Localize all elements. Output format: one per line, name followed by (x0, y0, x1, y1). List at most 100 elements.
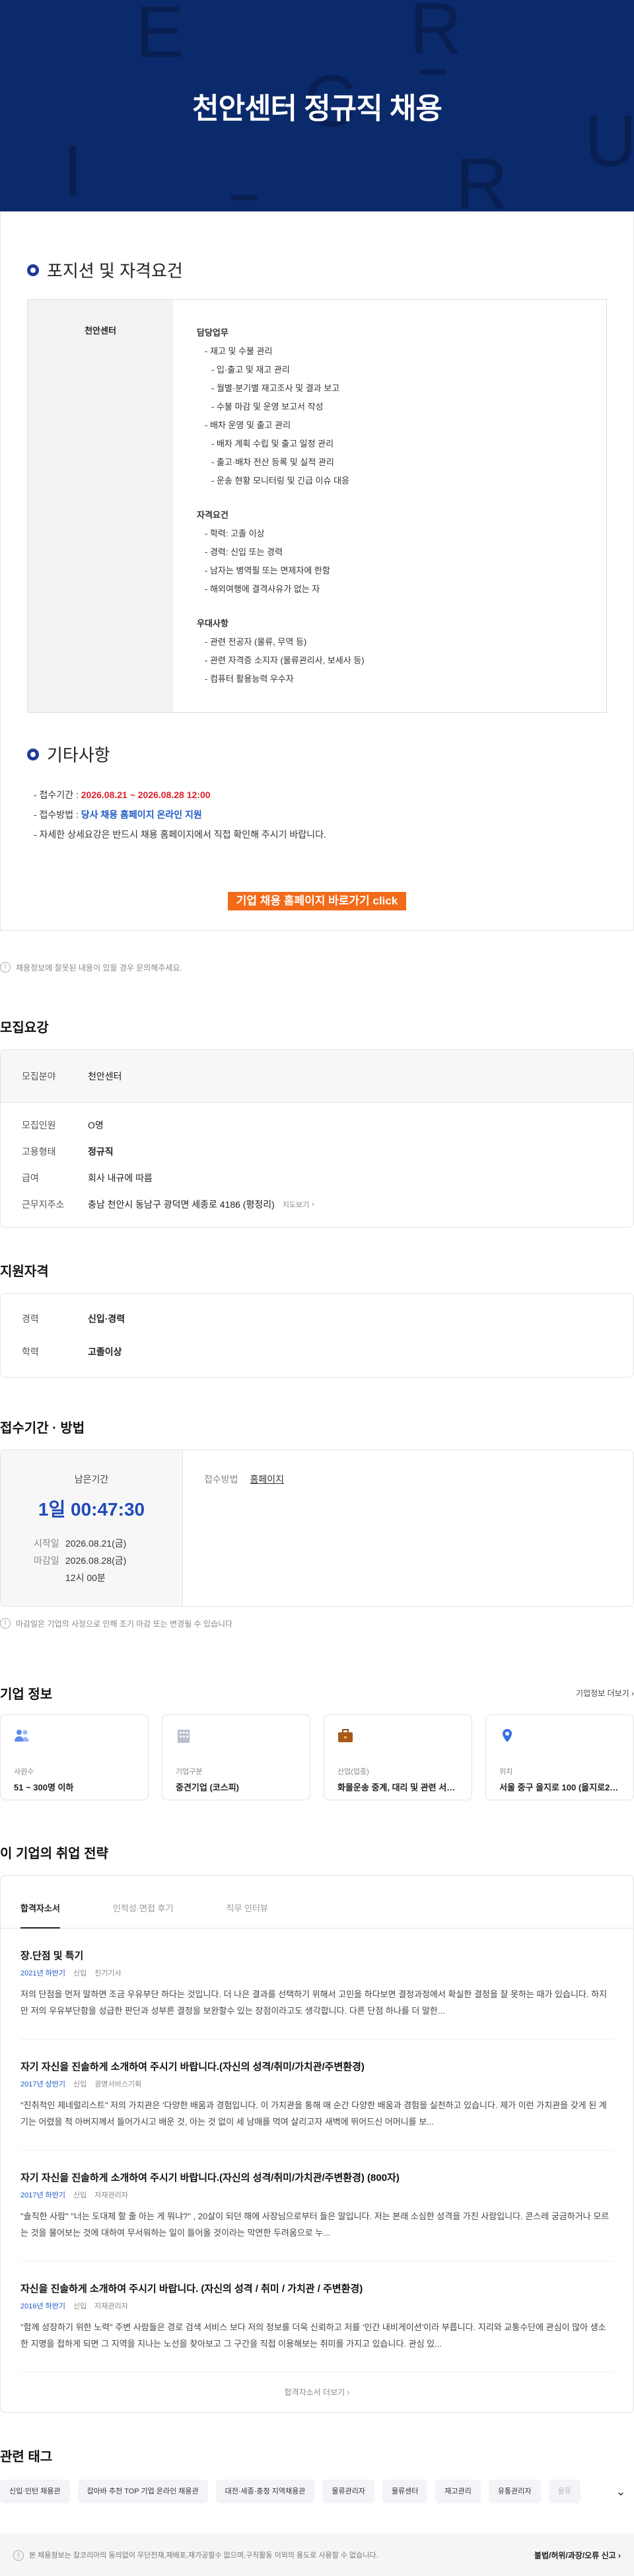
company-more-text: 기업정보 더보기 (576, 1689, 629, 1698)
end-time: 12시 00분 (65, 1572, 106, 1583)
article-job: 친기기사 (94, 1969, 122, 1977)
building-icon (178, 1730, 190, 1743)
homepage-link[interactable]: 홈페이지 (250, 1474, 285, 1485)
etc-note: - 자세한 상세요강은 반드시 채용 홈페이지에서 직접 확인해 주시기 바랍니… (34, 829, 326, 840)
strategy-heading: 이 기업의 취업 전략 (0, 1847, 108, 1861)
article-meta: 2016년 하반기 신입 자재관리자 (20, 2300, 614, 2311)
apply-method: 접수방법 홈페이지 (183, 1450, 284, 1606)
tag-list: 신입·인턴 채용관 잡아바 추천 TOP 기업 온라인 채용관 대전·세종·충청… (0, 2478, 608, 2505)
tag-item[interactable]: 신입·인턴 채용관 (0, 2480, 70, 2503)
summary-value: 정규직 (88, 1146, 114, 1157)
qualification-section: 지원자격 경력 신입·경력 학력 고졸이상 (0, 1261, 634, 1378)
article-year: 2021년 하반기 (20, 1969, 66, 1977)
education-key: 학력 (22, 1346, 39, 1357)
chevron-down-icon[interactable]: ⌄ (608, 2485, 634, 2499)
preference-group: 우대사항 - 관련 전공자 (물류, 무역 등) - 관련 자격증 소지자 (물… (197, 614, 365, 688)
deadline-notice: ! 마감일은 기업의 사정으로 인해 조기 마감 또는 변경될 수 있습니다 (0, 1613, 634, 1633)
apply-heading: 접수기간 · 방법 (0, 1421, 85, 1436)
company-card-location: 위치 서울 중구 을지로 100 (을지로2가) (485, 1714, 634, 1800)
summary-row: 모집인원 O명 (1, 1112, 633, 1138)
tag-item[interactable]: 잡아바 추천 TOP 기업 온라인 채용관 (77, 2480, 208, 2503)
article-item[interactable]: 자기 자신을 진솔하게 소개하여 주시기 바랍니다.(자신의 성격/취미/가치관… (20, 2170, 614, 2262)
card-value: 중견기업 (코스피) (176, 1783, 239, 1792)
company-homepage-button[interactable]: 기업 채용 홈페이지 바로가기 click (228, 892, 406, 910)
tab-interview-review[interactable]: 인적성·면접 후기 (113, 1889, 174, 1929)
deadline-notice-text: 마감일은 기업의 사정으로 인해 조기 마감 또는 변경될 수 있습니다 (16, 1619, 233, 1629)
etc-heading-text: 기타사항 (47, 745, 110, 765)
start-key: 시작일 (34, 1538, 59, 1549)
requirement-item: - 해외여행에 결격사유가 없는 자 (205, 584, 320, 594)
card-value: 51 ~ 300명 이하 (14, 1783, 74, 1792)
footer-bar: ! 본 채용정보는 잡코리아의 동의없이 무단전재,재배포,재가공할수 없으며,구… (0, 2534, 634, 2576)
report-notice[interactable]: ! 채용정보에 잘못된 내용이 있을 경우 문의해주세요. (0, 957, 634, 977)
card-key: 산업(업종) (337, 1768, 369, 1776)
report-notice-text: 채용정보에 잘못된 내용이 있을 경우 문의해주세요. (16, 963, 182, 973)
article-item[interactable]: 자기 자신을 진솔하게 소개하여 주시기 바랍니다.(자신의 성격/취미/가치관… (20, 2059, 614, 2151)
strategy-tabs: 합격자소서 인적성·면접 후기 직무 인터뷰 (1, 1889, 633, 1929)
article-body: "솔직한 사람" "너는 도대체 할 줄 아는 게 뭐냐?" , 20살이 되던… (20, 2208, 614, 2262)
hero-title: 천안센터 정규직 채용 (192, 92, 442, 125)
chevron-right-icon: › (312, 1200, 314, 1208)
hero-banner: E R C U I R 천안센터 정규직 채용 (0, 0, 634, 211)
tag-item[interactable]: 물류센터 (382, 2480, 428, 2503)
summary-value: 천안센터 (88, 1070, 122, 1082)
requirement-item: - 남자는 병역필 또는 면제자에 한함 (205, 566, 330, 575)
duty-item: - 배차 계획 수립 및 출고 일정 관리 (211, 439, 334, 449)
summary-key: 고용형태 (22, 1146, 56, 1157)
article-year: 2017년 하반기 (20, 2191, 66, 2199)
position-heading-text: 포지션 및 자격요건 (47, 261, 183, 281)
strategy-card: 합격자소서 인적성·면접 후기 직무 인터뷰 장.단점 및 특기 2021년 하… (0, 1875, 634, 2413)
hero-bar (231, 195, 258, 200)
summary-value: 회사 내규에 따름 (88, 1173, 153, 1183)
etc-heading: 기타사항 (27, 742, 633, 766)
tag-item[interactable]: 대전·세종·충청 지역채용관 (215, 2480, 315, 2503)
summary-row: 모집분야 천안센터 (1, 1050, 633, 1103)
more-text: 합격자소서 더보기 (284, 2388, 345, 2397)
hero-letter: R (409, 0, 462, 69)
more-cover-letter-link[interactable]: 합격자소서 더보기 › (1, 2373, 633, 2412)
position-heading: 포지션 및 자격요건 (27, 258, 633, 282)
article-title: 자신을 진솔하게 소개하여 주시기 바랍니다. (자신의 성격 / 취미 / 가… (20, 2283, 363, 2295)
remaining-label: 남은기간 (74, 1474, 109, 1485)
tab-cover-letter[interactable]: 합격자소서 (20, 1889, 60, 1929)
bullet-dot-icon (27, 748, 39, 760)
map-link[interactable]: 지도보기 (283, 1199, 309, 1210)
summary-row: 근무지주소 충남 천안시 동남구 광덕면 세종로 4186 (평정리) 지도보기 › (1, 1191, 633, 1218)
report-text: 불법/허위/과장/오류 신고 (534, 2550, 616, 2560)
article-job: 자재관리자 (94, 2191, 128, 2199)
article-type: 신입 (73, 2302, 87, 2310)
position-table: 천안센터 담당업무 - 재고 및 수불 관리 - 입·출고 및 재고 관리 - … (27, 299, 607, 713)
article-item[interactable]: 자신을 진솔하게 소개하여 주시기 바랍니다. (자신의 성격 / 취미 / 가… (20, 2281, 614, 2373)
tab-job-interview[interactable]: 직무 인터뷰 (226, 1889, 267, 1929)
tag-item[interactable]: 재고관리 (435, 2480, 481, 2503)
report-link[interactable]: 불법/허위/과장/오류 신고 › (534, 2550, 621, 2561)
summary-card: 모집분야 천안센터 모집인원 O명 고용형태 정규직 급여 회사 내규에 따름 근무지주… (0, 1049, 634, 1228)
hero-letter: R (456, 143, 509, 211)
preference-item: - 관련 자격증 소지자 (물류관리사, 보세사 등) (205, 655, 365, 665)
company-heading: 기업 정보 (0, 1687, 53, 1702)
method-label: - 접수방법 : (34, 809, 81, 820)
hero-letter: E (135, 0, 184, 73)
requirement-group: 자격요건 - 학력: 고졸 이상 - 경력: 신입 또는 경력 - 남자는 병역… (197, 506, 365, 599)
company-more-link[interactable]: 기업정보 더보기 › (576, 1687, 634, 1699)
article-type: 신입 (73, 2080, 87, 2088)
tag-item[interactable]: 물류관리자 (322, 2480, 374, 2503)
remaining-time: 1일 00:47:30 (38, 1499, 145, 1520)
summary-row: 고용형태 정규직 (1, 1138, 633, 1165)
tag-item[interactable]: 물류 (548, 2480, 581, 2503)
article-job: 자재관리자 (94, 2302, 128, 2310)
apply-card: 남은기간 1일 00:47:30 시작일 2026.08.21(금) 마감일 202… (0, 1450, 634, 1607)
people-icon (15, 1730, 29, 1742)
career-value: 신입·경력 (88, 1313, 125, 1324)
duty-item: - 입·출고 및 재고 관리 (211, 365, 290, 375)
tag-item[interactable]: 유통관리자 (488, 2480, 541, 2503)
qualification-card: 경력 신입·경력 학력 고졸이상 (0, 1293, 634, 1378)
method-key: 접수방법 (204, 1474, 238, 1485)
requirement-title: 자격요건 (197, 510, 229, 520)
article-type: 신입 (73, 2191, 87, 2199)
article-title: 장.단점 및 특기 (20, 1950, 84, 1962)
article-item[interactable]: 장.단점 및 특기 2021년 하반기 신입 친기기사 저의 단점을 먼저 말하면 … (20, 1948, 614, 2040)
end-key: 마감일 (34, 1555, 59, 1566)
etc-period: - 접수기간 : 2026.08.21 ~ 2026.08.28 12:00 (34, 785, 633, 805)
article-year: 2017년 상반기 (20, 2080, 66, 2088)
